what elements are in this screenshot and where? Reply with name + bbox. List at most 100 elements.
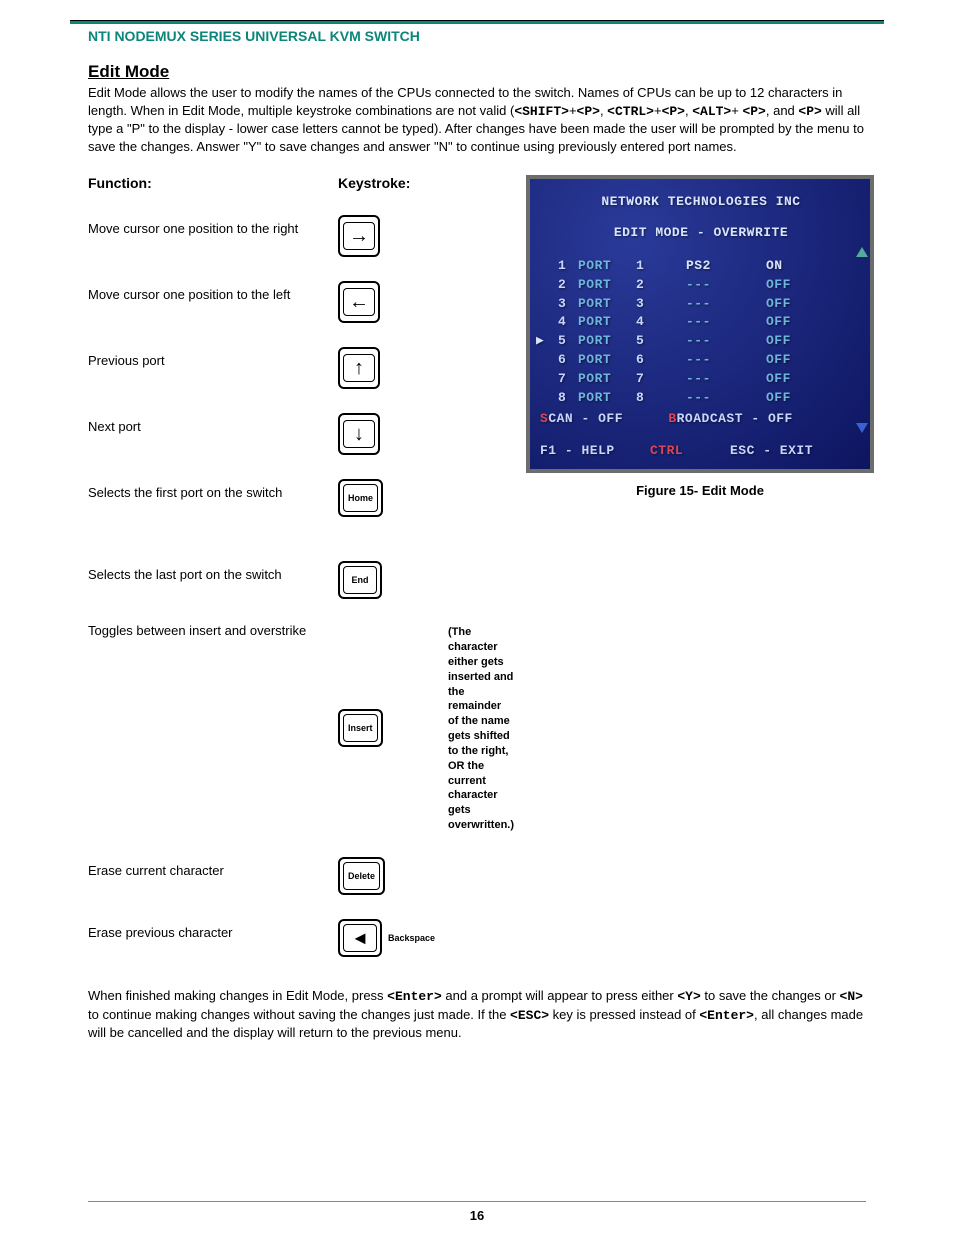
fn-desc: Selects the last port on the switch (88, 561, 328, 599)
port-name: PORT (578, 313, 636, 332)
port-type: --- (686, 295, 766, 314)
port-idx: 2 (636, 276, 686, 295)
port-name: PORT (578, 389, 636, 408)
port-idx: 3 (636, 295, 686, 314)
closing-text: to save the changes or (701, 988, 840, 1003)
screen-title: NETWORK TECHNOLOGIES INC (534, 193, 868, 212)
col-header-keystroke: Keystroke: (338, 175, 508, 191)
insert-note: (The character either gets inserted and … (448, 623, 514, 833)
port-num: 6 (558, 351, 578, 370)
closing-text: to continue making changes without savin… (88, 1007, 510, 1022)
closing-text: When finished making changes in Edit Mod… (88, 988, 387, 1003)
fn-desc: Next port (88, 413, 328, 455)
port-num: 2 (558, 276, 578, 295)
port-name: PORT (578, 295, 636, 314)
fn-desc: Erase current character (88, 857, 328, 895)
port-num: 4 (558, 313, 578, 332)
port-num: 7 (558, 370, 578, 389)
key-backspace: ◄ (338, 919, 382, 957)
key-end: End (338, 561, 382, 599)
scroll-down-icon (856, 423, 868, 433)
intro-sep: + (569, 103, 577, 118)
fn-desc: Selects the first port on the switch (88, 479, 328, 517)
fn-desc: Erase previous character (88, 919, 328, 957)
key-enter: <Enter> (699, 1008, 754, 1023)
help-label: F1 - HELP (540, 442, 650, 461)
key-label: Backspace (388, 933, 435, 943)
arrow-down-icon: ↓ (354, 424, 364, 444)
col-header-function: Function: (88, 175, 328, 191)
port-type: --- (686, 351, 766, 370)
port-idx: 7 (636, 370, 686, 389)
port-name: PORT (578, 257, 636, 276)
port-row: ▶5PORT5---OFF (534, 332, 868, 351)
intro-paragraph: Edit Mode allows the user to modify the … (88, 84, 866, 155)
section-title: Edit Mode (88, 62, 866, 82)
key-p: <P> (577, 104, 600, 119)
intro-sep: , and (766, 103, 799, 118)
closing-paragraph: When finished making changes in Edit Mod… (88, 987, 866, 1042)
fn-desc: Previous port (88, 347, 328, 389)
port-type: PS2 (686, 257, 766, 276)
key-ctrl: <CTRL> (607, 104, 654, 119)
port-type: --- (686, 370, 766, 389)
cursor-icon: ▶ (536, 332, 544, 351)
port-num: 5 (558, 332, 578, 351)
key-delete: Delete (338, 857, 385, 895)
arrow-left-icon: ← (349, 292, 369, 312)
port-type: --- (686, 332, 766, 351)
port-state: OFF (766, 351, 802, 370)
key-home: Home (338, 479, 383, 517)
key-y: <Y> (677, 989, 700, 1004)
closing-text: and a prompt will appear to press either (442, 988, 678, 1003)
fn-desc: Move cursor one position to the right (88, 215, 328, 257)
fn-desc: Move cursor one position to the left (88, 281, 328, 323)
page-number: 16 (88, 1201, 866, 1223)
closing-text: key is pressed instead of (549, 1007, 699, 1022)
screen-bottom-row: SCAN - OFFBROADCAST - OFF (534, 410, 868, 429)
fn-desc: Toggles between insert and overstrike (88, 623, 328, 833)
key-esc: <ESC> (510, 1008, 549, 1023)
port-idx: 8 (636, 389, 686, 408)
port-name: PORT (578, 332, 636, 351)
port-num: 8 (558, 389, 578, 408)
key-up-arrow: ↑ (338, 347, 380, 389)
key-insert: Insert (338, 709, 383, 747)
port-row: 2PORT2---OFF (534, 276, 868, 295)
scroll-up-icon (856, 247, 868, 257)
port-idx: 4 (636, 313, 686, 332)
key-p: <P> (798, 104, 821, 119)
key-enter: <Enter> (387, 989, 442, 1004)
intro-sep: + (654, 103, 662, 118)
screenshot-edit-mode: NETWORK TECHNOLOGIES INC EDIT MODE - OVE… (526, 175, 874, 473)
port-row: 8PORT8---OFF (534, 389, 868, 408)
port-idx: 1 (636, 257, 686, 276)
port-row: 6PORT6---OFF (534, 351, 868, 370)
esc-label: ESC - EXIT (730, 442, 813, 461)
port-name: PORT (578, 351, 636, 370)
key-down-arrow: ↓ (338, 413, 380, 455)
broadcast-status: ROADCAST - OFF (677, 410, 793, 429)
port-state: OFF (766, 276, 802, 295)
intro-sep: + (731, 103, 742, 118)
arrow-left-icon: ◄ (351, 928, 369, 949)
screen-footer: F1 - HELPCTRLESC - EXIT (534, 442, 868, 461)
port-state: OFF (766, 389, 802, 408)
port-state: OFF (766, 295, 802, 314)
port-name: PORT (578, 276, 636, 295)
key-p: <P> (742, 104, 765, 119)
key-label: End (343, 566, 377, 594)
key-label: Delete (343, 862, 380, 890)
key-n: <N> (840, 989, 863, 1004)
port-row: 3PORT3---OFF (534, 295, 868, 314)
key-label: Insert (343, 714, 378, 742)
key-right-arrow: → (338, 215, 380, 257)
arrow-up-icon: ↑ (354, 358, 364, 378)
key-label: Home (343, 484, 378, 512)
port-row: 7PORT7---OFF (534, 370, 868, 389)
port-type: --- (686, 389, 766, 408)
port-num: 3 (558, 295, 578, 314)
key-left-arrow: ← (338, 281, 380, 323)
port-idx: 6 (636, 351, 686, 370)
figure-caption: Figure 15- Edit Mode (526, 483, 874, 498)
